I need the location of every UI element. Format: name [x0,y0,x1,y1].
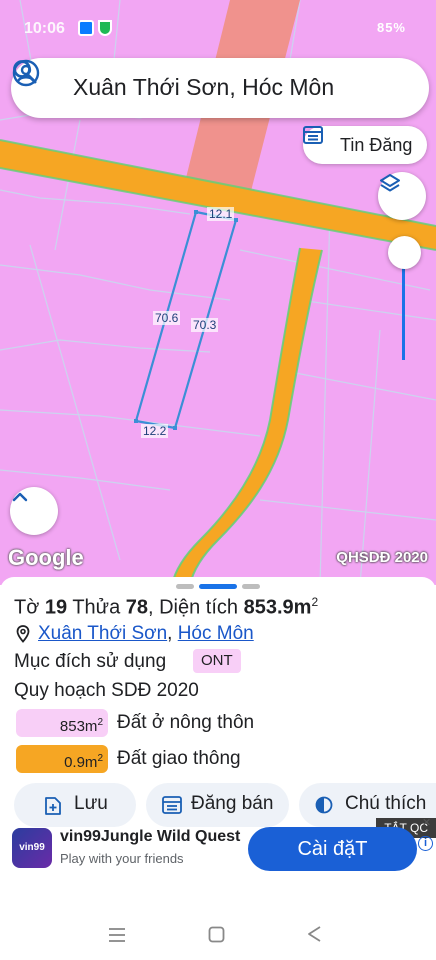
parcel-dim-bottom: 12.2 [141,424,169,438]
sheet-handle[interactable] [242,584,260,589]
tin-dang-label: Tin Đăng [340,135,413,155]
layers-button[interactable] [378,172,426,220]
parcel-title: Tờ 19 Thửa 78, Diện tích 853.9m2 [14,595,319,619]
shield-icon [98,20,112,36]
legend-swatch-pink: 853m2 [16,709,108,737]
ad-title[interactable]: vin99Jungle Wild Quest [60,828,240,846]
system-nav-bar [0,910,436,960]
legend-swatch-orange: 0.9m2 [16,745,108,773]
purpose-code-badge: ONT [193,649,241,673]
parcel-dim-left: 70.6 [153,311,181,325]
listing-icon [303,126,323,144]
status-bar: 10:06 85% [0,0,436,58]
tin-dang-button[interactable]: Tin Đăng [303,126,427,164]
google-attribution: Google [8,545,84,570]
ward-link[interactable]: Xuân Thới Sơn [38,623,167,644]
sheet-handle-active[interactable] [199,584,237,589]
parcel-area: 853.9m [243,596,312,619]
close-icon[interactable]: ✕ [422,816,431,829]
parcel-dim-right: 70.3 [191,318,219,332]
ad-app-logo[interactable]: vin99 [12,828,52,868]
status-time: 10:06 [24,20,65,37]
ad-banner[interactable]: ✕ vin99 vin99Jungle Wild Quest Play with… [0,817,436,886]
battery-indicator: 85% [376,20,406,35]
search-icon[interactable] [11,58,39,86]
info-icon[interactable]: i [418,836,433,851]
contrast-icon [315,796,333,814]
listing-icon [162,796,182,814]
parcel-dim-top: 12.1 [207,207,235,221]
layers-icon [380,174,400,192]
sheet-number: 19 [44,596,68,619]
map-view[interactable]: 12.1 70.6 70.3 12.2 10:06 85% Xuân Thới … [0,0,436,585]
expand-up-button[interactable] [10,487,58,535]
legend-label: Đất ở nông thôn [117,712,255,733]
plan-label: Quy hoạch SDĐ 2020 [14,680,199,701]
search-bar[interactable]: Xuân Thới Sơn, Hóc Môn [11,58,429,118]
save-label: Lưu [74,793,108,814]
chevron-up-icon [12,492,28,502]
location-pin-icon [16,625,30,643]
back-icon[interactable] [306,925,322,943]
legend-button-label: Chú thích [345,793,427,814]
map-layer-label: QHSDĐ 2020 [336,549,428,566]
save-button[interactable]: Lưu [14,783,136,827]
recents-icon[interactable] [108,927,126,943]
ad-install-button[interactable]: Cài đặT [248,827,417,871]
district-link[interactable]: Hóc Môn [178,623,254,644]
sheet-handle[interactable] [176,584,194,589]
dang-ban-button[interactable]: Đăng bán [146,783,289,827]
parcel-info-sheet: Tờ 19 Thửa 78, Diện tích 853.9m2 Xuân Th… [0,577,436,960]
ad-subtitle: Play with your friends [60,851,184,866]
notification-app-icon [78,20,94,36]
search-input[interactable]: Xuân Thới Sơn, Hóc Môn [73,74,334,101]
dang-ban-label: Đăng bán [191,793,274,814]
home-icon[interactable] [208,926,225,943]
parcel-number: 78 [125,596,148,619]
save-icon [45,797,61,815]
opacity-slider-handle[interactable] [388,236,421,269]
purpose-label: Mục đích sử dụng [14,651,167,672]
legend-label: Đất giao thông [117,748,241,769]
parcel-location: Xuân Thới Sơn, Hóc Môn [16,623,254,645]
